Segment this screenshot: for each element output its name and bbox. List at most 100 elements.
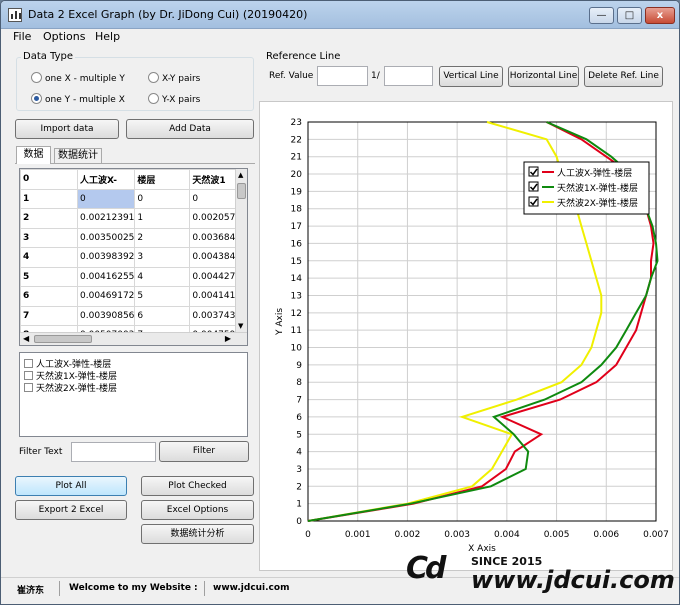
data-type-group: Data Type one X - multiple Y X-Y pairs o…	[16, 51, 254, 111]
table-cell[interactable]: 0.0020570	[189, 208, 243, 229]
column-header[interactable]: 0	[20, 169, 78, 190]
x-tick-label: 0.002	[395, 530, 421, 540]
series-checklist[interactable]: 人工波X-弹性-楼层 天然波1X-弹性-楼层 天然波2X-弹性-楼层	[19, 352, 248, 437]
plot-panel[interactable]: 0 0.001 0.002 0.003 0.004 0.005 0.006 0.007 0 1 2 3…	[259, 101, 673, 571]
horizontal-line-button[interactable]: Horizontal Line	[508, 66, 579, 87]
plot-checked-button[interactable]: Plot Checked	[141, 476, 254, 496]
table-cell[interactable]: 0.00390856	[76, 305, 136, 326]
statistics-analysis-button[interactable]: 数据统计分析	[141, 524, 254, 544]
table-cell[interactable]: 0	[134, 188, 191, 209]
radio-y-x-pairs[interactable]: Y-X pairs	[148, 93, 200, 105]
checkbox[interactable]	[24, 359, 33, 368]
excel-options-button[interactable]: Excel Options	[141, 500, 254, 520]
table-cell[interactable]: 0.00469172	[76, 286, 136, 307]
table-cell[interactable]: 0.00212391	[76, 208, 136, 229]
scroll-left-arrow-icon[interactable]: ◀	[23, 334, 29, 343]
status-welcome: Welcome to my Website :	[69, 583, 198, 593]
table-cell[interactable]: 0.0044270	[189, 266, 243, 287]
reference-line-title: Reference Line	[264, 51, 343, 62]
y-tick-label: 5	[296, 430, 302, 440]
table-cell[interactable]: 0	[189, 188, 243, 209]
vertical-line-button[interactable]: Vertical Line	[439, 66, 503, 87]
row-header[interactable]: 1	[20, 188, 78, 209]
x-axis-label: X Axis	[468, 544, 496, 554]
grid-hscroll-thumb[interactable]	[34, 335, 92, 343]
series-check-item[interactable]: 天然波2X-弹性-楼层	[24, 381, 117, 394]
y-tick-label: 16	[291, 239, 303, 249]
table-row[interactable]: 4 0.00398392 3 0.0043840	[20, 247, 243, 268]
table-row[interactable]: 1000	[20, 188, 243, 209]
close-button[interactable]: x	[645, 7, 675, 24]
radio-x-y-pairs[interactable]: X-Y pairs	[148, 72, 200, 84]
radio-one-x-multiple-y[interactable]: one X - multiple Y	[31, 72, 125, 84]
table-cell[interactable]: 0.0037430	[189, 305, 243, 326]
row-header[interactable]: 5	[20, 266, 78, 287]
menu-bar: File Options Help	[1, 29, 679, 47]
ref-value-input[interactable]	[317, 66, 368, 86]
table-row[interactable]: 6 0.00469172 5 0.0041410	[20, 286, 243, 307]
row-header[interactable]: 6	[20, 286, 78, 307]
table-cell[interactable]: 0.00416255	[76, 266, 136, 287]
menu-help[interactable]: Help	[95, 30, 120, 43]
table-cell[interactable]: 0.00398392	[76, 247, 136, 268]
table-row[interactable]: 5 0.00416255 4 0.0044270	[20, 266, 243, 287]
table-header-row: 0 人工波X- 楼层 天然波1	[20, 169, 243, 190]
y-tick-label: 7	[296, 396, 302, 406]
row-header[interactable]: 4	[20, 247, 78, 268]
title-bar[interactable]: Data 2 Excel Graph (by Dr. JiDong Cui) (…	[1, 1, 679, 29]
table-cell[interactable]: 0.0036840	[189, 227, 243, 248]
filter-input[interactable]	[71, 442, 156, 462]
data-grid[interactable]: 0 人工波X- 楼层 天然波1 1 0 0 0 2 0.00212391 1 0.0020570 3 0.…	[19, 168, 248, 346]
table-cell[interactable]: 0	[76, 188, 136, 209]
import-data-button[interactable]: Import data	[15, 119, 119, 139]
status-separator	[59, 581, 60, 596]
table-row[interactable]: 3 0.00350025 2 0.0036840	[20, 227, 243, 248]
menu-file[interactable]: File	[13, 30, 31, 43]
data-type-title: Data Type	[21, 51, 76, 62]
export-excel-button[interactable]: Export 2 Excel	[15, 500, 127, 520]
row-header[interactable]: 2	[20, 208, 78, 229]
column-header[interactable]: 楼层	[134, 169, 191, 190]
add-data-button[interactable]: Add Data	[126, 119, 254, 139]
table-cell[interactable]: 1	[134, 208, 191, 229]
filter-button[interactable]: Filter	[159, 441, 249, 462]
table-row[interactable]: 2 0.00212391 1 0.0020570	[20, 208, 243, 229]
table-cell[interactable]: 3	[134, 247, 191, 268]
table-cell[interactable]: 5	[134, 286, 191, 307]
ratio-value-input[interactable]	[384, 66, 433, 86]
y-tick-label: 15	[291, 257, 302, 267]
maximize-button[interactable]: □	[617, 7, 642, 24]
scroll-right-arrow-icon[interactable]: ▶	[225, 334, 231, 343]
menu-options[interactable]: Options	[43, 30, 85, 43]
scroll-up-arrow-icon[interactable]: ▲	[238, 171, 243, 179]
data-table[interactable]: 0 人工波X- 楼层 天然波1 1 0 0 0 2 0.00212391 1 0.0020570 3 0.…	[20, 169, 243, 345]
grid-vscroll-thumb[interactable]	[237, 183, 246, 199]
y-tick-label: 19	[291, 187, 303, 197]
checkbox[interactable]	[24, 383, 33, 392]
table-cell[interactable]: 2	[134, 227, 191, 248]
grid-horizontal-scrollbar[interactable]: ◀ ▶	[20, 332, 247, 345]
line-chart[interactable]: 0 0.001 0.002 0.003 0.004 0.005 0.006 0.0070123…	[260, 102, 674, 572]
plot-all-button[interactable]: Plot All	[15, 476, 127, 496]
delete-ref-line-button[interactable]: Delete Ref. Line	[584, 66, 663, 87]
row-header[interactable]: 3	[20, 227, 78, 248]
y-tick-label: 4	[296, 448, 302, 458]
y-tick-label: 2	[296, 482, 302, 492]
row-header[interactable]: 7	[20, 305, 78, 326]
column-header[interactable]: 天然波1	[189, 169, 243, 190]
tab-data-statistics[interactable]: 数据统计	[54, 148, 102, 164]
minimize-button[interactable]: —	[589, 7, 614, 24]
x-tick-label: 0	[305, 530, 311, 540]
radio-one-y-multiple-x[interactable]: one Y - multiple X	[31, 93, 125, 105]
table-cell[interactable]: 0.00350025	[76, 227, 136, 248]
column-header[interactable]: 人工波X-	[76, 169, 136, 190]
tab-data[interactable]: 数据	[16, 146, 51, 164]
table-row[interactable]: 7 0.00390856 6 0.0037430	[20, 305, 243, 326]
checkbox[interactable]	[24, 371, 33, 380]
table-cell[interactable]: 4	[134, 266, 191, 287]
grid-vertical-scrollbar[interactable]: ▲ ▼	[235, 169, 247, 332]
scroll-down-arrow-icon[interactable]: ▼	[238, 322, 243, 330]
table-cell[interactable]: 0.0043840	[189, 247, 243, 268]
table-cell[interactable]: 6	[134, 305, 191, 326]
table-cell[interactable]: 0.0041410	[189, 286, 243, 307]
